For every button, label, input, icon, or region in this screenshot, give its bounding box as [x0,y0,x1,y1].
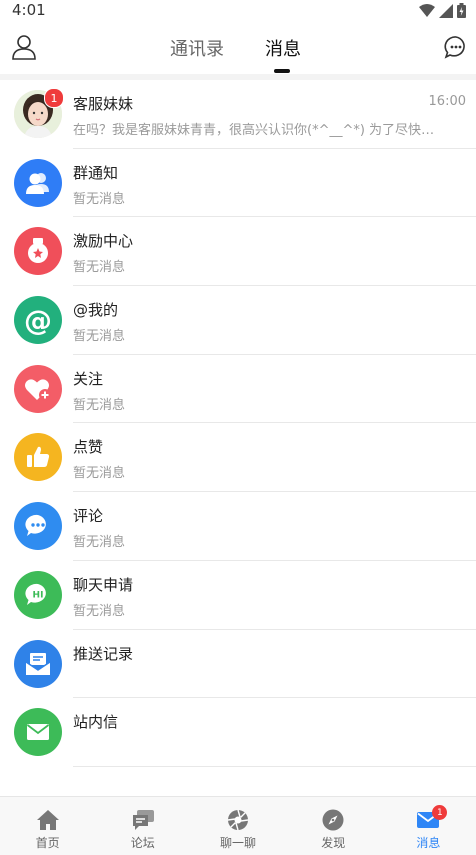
item-preview: 暂无消息 [73,535,126,551]
item-preview: 暂无消息 [73,191,126,207]
list-item-customer-service[interactable]: 1 客服妹妹 16:00 在吗？我是客服妹妹青青，很高兴认识你(*^__^*) … [0,80,476,149]
list-item-site-mail[interactable]: 站内信 [0,698,476,767]
status-time: 4:01 [12,1,46,19]
item-title: 激励中心 [73,232,134,251]
thumbs-up-icon [14,433,62,482]
wifi-icon [419,3,435,17]
list-item-chat-request[interactable]: HI 聊天申请 暂无消息 [0,561,476,630]
item-title: 聊天申请 [73,575,134,594]
item-preview: 暂无消息 [73,603,126,619]
list-item-comments[interactable]: 评论 暂无消息 [0,492,476,561]
chat-bubble-icon[interactable] [444,34,468,60]
item-title: 站内信 [73,713,119,732]
item-preview: 暂无消息 [73,260,126,276]
unread-badge: 1 [44,88,64,108]
nav-chat[interactable]: 聊一聊 [190,797,285,855]
divider [73,765,476,767]
list-item-mentions[interactable]: @ @我的 暂无消息 [0,286,476,355]
nav-label: 发现 [321,836,346,850]
list-item-group-notice[interactable]: 群通知 暂无消息 [0,149,476,218]
tab-contacts[interactable]: 通讯录 [170,35,224,61]
nav-label: 论坛 [130,836,155,850]
message-list: 1 客服妹妹 16:00 在吗？我是客服妹妹青青，很高兴认识你(*^__^*) … [0,80,476,767]
nav-label: 聊一聊 [220,836,257,850]
forum-icon [130,807,156,833]
heart-plus-icon [14,364,62,413]
item-preview: 暂无消息 [73,329,126,345]
list-item-incentive-center[interactable]: 激励中心 暂无消息 [0,217,476,287]
signal-icon [439,3,453,18]
comment-icon [14,502,62,551]
nav-messages[interactable]: 1 消息 [381,797,476,855]
at-icon: @ [14,296,62,345]
status-bar: 4:01 [0,0,476,22]
battery-icon [457,3,466,18]
home-icon [35,807,61,833]
nav-label: 消息 [416,836,441,850]
tab-indicator [274,69,290,73]
nav-home[interactable]: 首页 [0,797,95,855]
list-item-follow[interactable]: 关注 暂无消息 [0,355,476,424]
svg-text:HI: HI [33,590,44,600]
list-item-push-records[interactable]: 推送记录 [0,630,476,699]
item-preview: 暂无消息 [73,397,126,413]
bottom-nav: 首页 论坛 聊一聊 发现 1 消息 [0,796,476,855]
compass-icon [320,807,346,833]
item-title: 点赞 [73,438,104,457]
mail-icon [14,708,62,757]
item-time: 16:00 [428,94,466,109]
medal-icon [14,227,62,276]
push-record-icon [14,639,62,688]
top-bar: 通讯录 消息 [0,22,476,74]
item-preview: 在吗？我是客服妹妹青青，很高兴认识你(*^__^*) 为了尽快让你… [73,123,441,138]
item-title: 推送记录 [73,644,134,663]
nav-forum[interactable]: 论坛 [95,797,190,855]
item-title: 关注 [73,369,104,388]
chat-aperture-icon [225,807,251,833]
nav-discover[interactable]: 发现 [286,797,381,855]
item-title: 评论 [73,507,104,526]
tab-messages[interactable]: 消息 [265,35,301,61]
item-title: 群通知 [73,163,119,182]
item-title: @我的 [73,301,119,320]
status-icons [419,3,466,18]
nav-unread-badge: 1 [432,805,448,820]
hi-bubble-icon: HI [14,570,62,619]
profile-icon[interactable] [12,34,36,60]
list-item-likes[interactable]: 点赞 暂无消息 [0,423,476,493]
group-icon [14,158,62,207]
nav-label: 首页 [35,836,60,850]
item-preview: 暂无消息 [73,466,126,482]
item-title: 客服妹妹 [73,95,134,113]
